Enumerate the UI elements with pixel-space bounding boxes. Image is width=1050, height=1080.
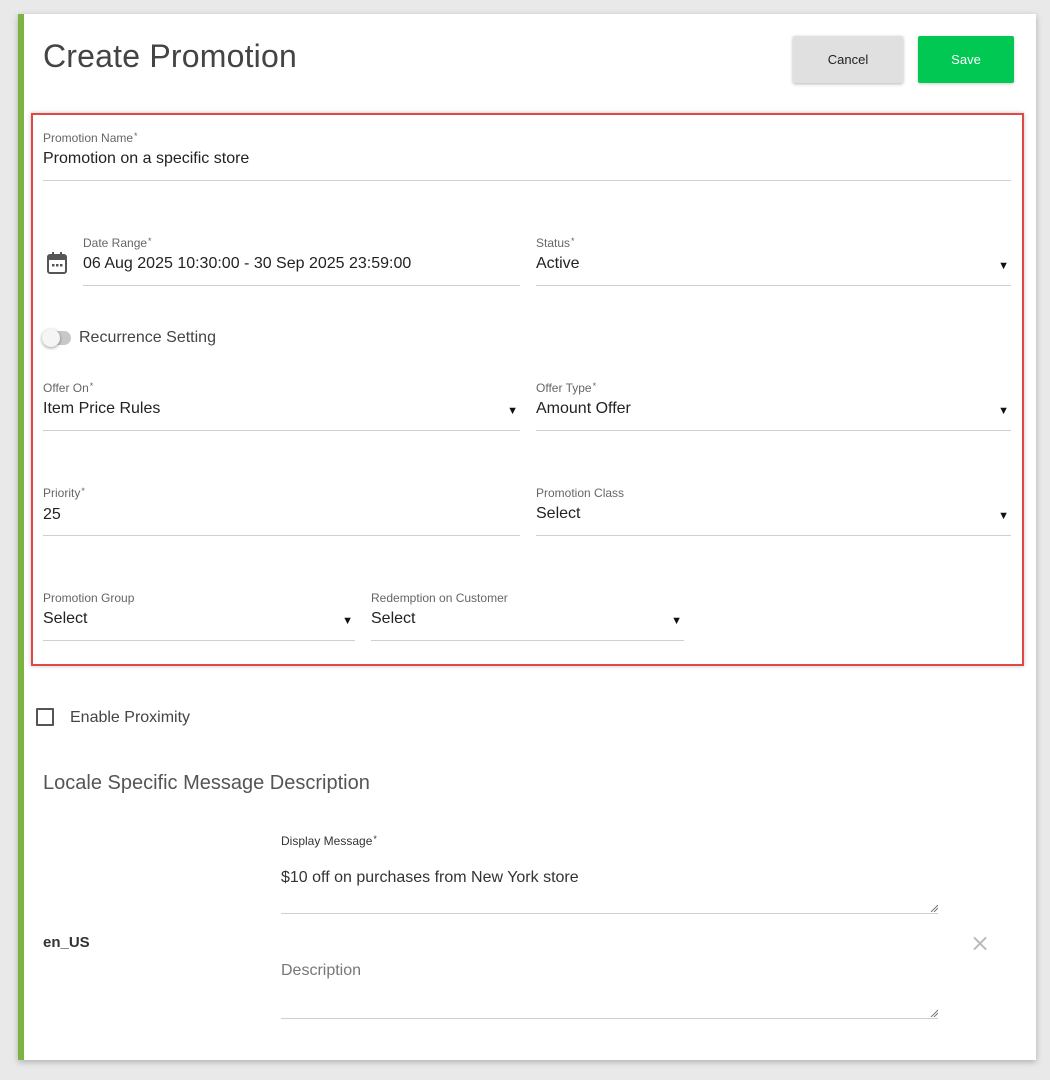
toggle-knob [42,329,60,347]
promotion-class-underline [536,535,1011,536]
recurrence-toggle[interactable] [42,329,71,347]
enable-proximity-label: Enable Proximity [70,709,191,726]
offer-on-select[interactable]: Offer On* Item Price Rules ▼ [43,381,520,431]
calendar-icon[interactable] [47,252,67,274]
create-promotion-card: Create Promotion Cancel Save Promotion N… [18,14,1036,1060]
date-range-label: Date Range [83,236,148,250]
cancel-button[interactable]: Cancel [793,36,903,83]
enable-proximity-checkbox[interactable] [36,708,54,726]
chevron-down-icon[interactable]: ▼ [671,615,682,627]
date-range-underline [83,285,520,286]
chevron-down-icon[interactable]: ▼ [998,260,1009,272]
offer-on-value: Item Price Rules [43,400,161,417]
promotion-name-input[interactable]: Promotion on a specific store [43,150,1011,168]
priority-input[interactable]: 25 [43,506,520,524]
status-label: Status [536,236,571,250]
description-textarea[interactable]: Description [281,962,361,980]
promotion-class-value: Select [536,505,581,522]
priority-label: Priority [43,486,81,500]
promotion-class-select[interactable]: Promotion Class Select ▼ [536,486,1011,536]
redemption-on-customer-select[interactable]: Redemption on Customer Select ▼ [371,591,684,641]
status-value: Active [536,255,580,272]
display-message-underline [281,913,938,914]
chevron-down-icon[interactable]: ▼ [342,615,353,627]
promotion-name-field[interactable]: Promotion Name* Promotion on a specific … [43,131,1011,181]
promotion-group-select[interactable]: Promotion Group Select ▼ [43,591,355,641]
promotion-group-label: Promotion Group [43,591,135,605]
offer-type-select[interactable]: Offer Type* Amount Offer ▼ [536,381,1011,431]
redemption-label: Redemption on Customer [371,591,508,605]
status-underline [536,285,1011,286]
display-message-textarea[interactable]: $10 off on purchases from New York store [281,869,579,887]
promotion-group-underline [43,640,355,641]
description-underline [281,1018,938,1019]
save-button[interactable]: Save [918,36,1014,83]
date-range-field[interactable]: Date Range* 06 Aug 2025 10:30:00 - 30 Se… [83,236,520,286]
offer-type-value: Amount Offer [536,400,631,417]
page-title: Create Promotion [43,38,297,74]
recurrence-label: Recurrence Setting [79,329,216,346]
locale-section-title: Locale Specific Message Description [43,772,370,794]
offer-type-underline [536,430,1011,431]
offer-on-underline [43,430,520,431]
promotion-class-label: Promotion Class [536,486,625,500]
promotion-group-value: Select [43,610,88,627]
chevron-down-icon[interactable]: ▼ [998,405,1009,417]
redemption-value: Select [371,610,416,627]
chevron-down-icon[interactable]: ▼ [998,510,1009,522]
offer-type-label: Offer Type [536,381,592,395]
locale-code: en_US [43,934,90,951]
chevron-down-icon[interactable]: ▼ [507,405,518,417]
priority-field[interactable]: Priority* 25 [43,486,520,536]
priority-underline [43,535,520,536]
display-message-label: Display Message [281,834,373,848]
promotion-name-underline [43,180,1011,181]
redemption-underline [371,640,684,641]
resize-handle-icon[interactable] [930,904,938,912]
promotion-name-label: Promotion Name [43,131,134,145]
status-select[interactable]: Status* Active ▼ [536,236,1011,286]
offer-on-label: Offer On [43,381,89,395]
date-range-input[interactable]: 06 Aug 2025 10:30:00 - 30 Sep 2025 23:59… [83,255,520,273]
resize-handle-icon[interactable] [930,1009,938,1017]
remove-locale-icon[interactable]: × [970,931,990,955]
